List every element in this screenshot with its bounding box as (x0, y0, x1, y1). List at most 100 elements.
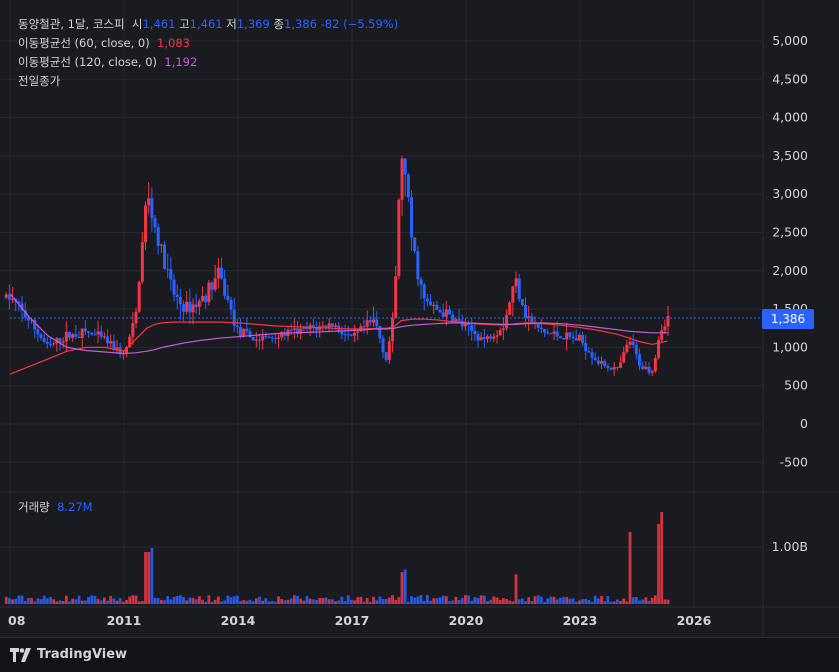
candle-body (384, 352, 388, 361)
volume-bar (505, 598, 508, 604)
candle-body (343, 334, 347, 336)
candle-body (625, 344, 629, 353)
candle-body (406, 174, 410, 198)
volume-bar (49, 597, 52, 604)
candle-body (660, 330, 664, 341)
price-tick-label: 5,000 (772, 33, 808, 48)
volume-bar (283, 600, 287, 604)
volume-bar (23, 600, 27, 604)
candle-body (144, 205, 148, 243)
volume-bar (470, 600, 474, 604)
volume-bar (232, 596, 236, 604)
candle-body (340, 331, 344, 335)
volume-bar (400, 572, 404, 604)
volume-bar (210, 601, 214, 604)
tradingview-brand: TradingView (37, 647, 128, 662)
candle-body (410, 197, 414, 238)
candle-body (137, 281, 141, 312)
candle-body (476, 334, 480, 341)
candle-body (330, 323, 334, 327)
candle-body (169, 269, 173, 280)
candle-body (482, 337, 486, 339)
candle-body (470, 324, 474, 331)
volume-bar (397, 597, 401, 604)
volume-bar (524, 601, 527, 604)
time-tick-label: 2020 (449, 613, 484, 628)
volume-bar (650, 597, 654, 604)
candle-body (473, 330, 477, 335)
volume-bar (631, 597, 635, 604)
volume-bar (248, 599, 252, 604)
volume-bar (368, 601, 372, 604)
candle-body (584, 343, 588, 352)
candle-body (609, 367, 613, 370)
volume-bar (216, 596, 220, 604)
candle-body (425, 298, 429, 302)
volume-bar (555, 599, 559, 604)
volume-bar (315, 599, 318, 604)
chart-canvas[interactable]: 5,0004,5004,0003,5003,0002,5002,0001,500… (0, 0, 839, 671)
volume-bar (593, 595, 597, 604)
volume-bar (574, 601, 578, 604)
volume-bar (581, 599, 584, 604)
volume-bar (467, 595, 470, 604)
volume-bar (413, 597, 417, 604)
volume-bar (603, 601, 607, 604)
candle-body (546, 332, 550, 334)
candle-body (413, 237, 417, 252)
candle-body (74, 334, 78, 337)
candle-body (153, 218, 157, 228)
volume-bar (159, 599, 163, 604)
candle-body (327, 323, 331, 328)
volume-bar (498, 600, 502, 604)
candle-body (334, 325, 338, 327)
candle-body (109, 341, 113, 344)
volume-bar (96, 599, 100, 604)
candle-body (315, 328, 319, 331)
candle-body (4, 294, 8, 298)
volume-bar (403, 569, 407, 604)
candle-body (353, 332, 357, 336)
volume-value: 8.27M (57, 500, 93, 514)
volume-bar (460, 598, 464, 604)
candle-body (368, 320, 372, 323)
volume-bar (476, 598, 480, 604)
volume-legend[interactable]: 거래량 8.27M (18, 499, 93, 515)
candle-body (68, 331, 72, 338)
candle-body (83, 328, 87, 332)
volume-bar (666, 599, 670, 604)
volume-bar (441, 595, 445, 604)
volume-bar (327, 599, 331, 604)
volume-bar (292, 595, 296, 604)
volume-bar (156, 598, 160, 604)
volume-bar (318, 598, 322, 604)
volume-bar (134, 595, 138, 604)
candle-body (277, 337, 281, 339)
volume-bar (242, 600, 246, 604)
candle-body (64, 331, 68, 342)
tradingview-logo[interactable]: TradingView (10, 647, 127, 662)
candle-body (182, 304, 186, 312)
volume-bar (17, 595, 21, 604)
volume-bar (93, 595, 97, 604)
volume-bar (429, 600, 432, 604)
volume-bar (229, 597, 233, 604)
volume-bar (296, 595, 299, 604)
candle-body (201, 295, 205, 301)
candle-body (210, 282, 214, 290)
candle-body (495, 335, 499, 337)
volume-bar (663, 599, 667, 604)
candle-body (603, 361, 607, 366)
candle-body (530, 316, 534, 323)
candle-body (223, 278, 227, 296)
volume-bar (612, 601, 616, 604)
volume-bar (30, 598, 33, 604)
candle-body (267, 336, 271, 338)
volume-bar (489, 599, 493, 604)
time-tick-label: 2014 (221, 613, 256, 628)
candle-body (524, 305, 528, 318)
volume-bar (340, 596, 344, 604)
volume-bar (302, 600, 306, 604)
candle-body (565, 332, 569, 340)
candle-body (653, 357, 657, 372)
